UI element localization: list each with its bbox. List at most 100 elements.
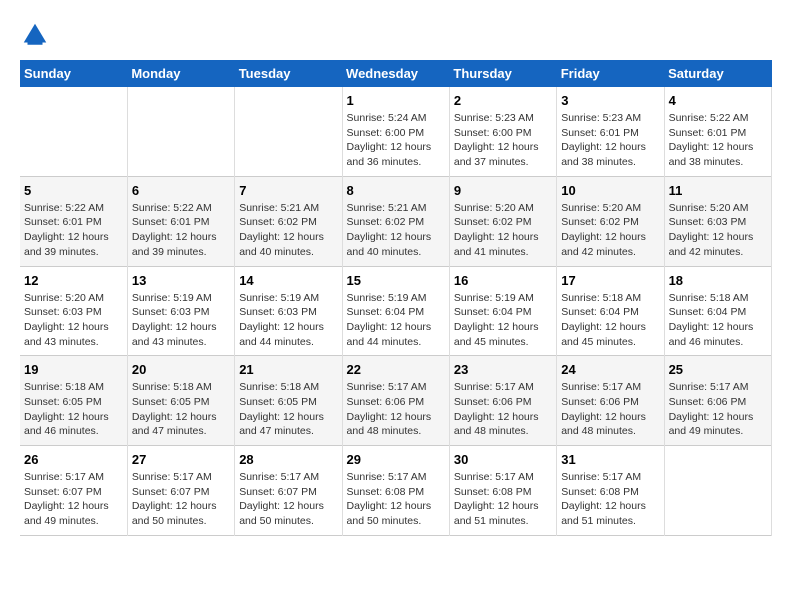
day-info: Sunrise: 5:17 AMSunset: 6:06 PMDaylight:… bbox=[669, 380, 767, 439]
day-number: 16 bbox=[454, 273, 552, 288]
day-info: Sunrise: 5:19 AMSunset: 6:03 PMDaylight:… bbox=[239, 291, 337, 350]
day-info: Sunrise: 5:21 AMSunset: 6:02 PMDaylight:… bbox=[347, 201, 445, 260]
calendar-cell: 31 Sunrise: 5:17 AMSunset: 6:08 PMDayligh… bbox=[557, 446, 664, 536]
day-number: 24 bbox=[561, 362, 659, 377]
week-row-5: 26 Sunrise: 5:17 AMSunset: 6:07 PMDayligh… bbox=[20, 446, 772, 536]
calendar-cell: 26 Sunrise: 5:17 AMSunset: 6:07 PMDayligh… bbox=[20, 446, 127, 536]
calendar-cell bbox=[664, 446, 771, 536]
day-number: 28 bbox=[239, 452, 337, 467]
day-number: 6 bbox=[132, 183, 230, 198]
header-monday: Monday bbox=[127, 60, 234, 87]
header-tuesday: Tuesday bbox=[235, 60, 342, 87]
calendar-cell: 30 Sunrise: 5:17 AMSunset: 6:08 PMDayligh… bbox=[449, 446, 556, 536]
day-info: Sunrise: 5:17 AMSunset: 6:07 PMDaylight:… bbox=[132, 470, 230, 529]
logo-icon bbox=[20, 20, 50, 50]
day-number: 1 bbox=[347, 93, 445, 108]
calendar-cell: 23 Sunrise: 5:17 AMSunset: 6:06 PMDayligh… bbox=[449, 356, 556, 446]
day-number: 10 bbox=[561, 183, 659, 198]
calendar-cell: 8 Sunrise: 5:21 AMSunset: 6:02 PMDaylight… bbox=[342, 176, 449, 266]
calendar-cell: 25 Sunrise: 5:17 AMSunset: 6:06 PMDayligh… bbox=[664, 356, 771, 446]
day-number: 29 bbox=[347, 452, 445, 467]
day-info: Sunrise: 5:18 AMSunset: 6:04 PMDaylight:… bbox=[669, 291, 767, 350]
day-info: Sunrise: 5:22 AMSunset: 6:01 PMDaylight:… bbox=[132, 201, 230, 260]
calendar-cell bbox=[235, 87, 342, 176]
logo bbox=[20, 20, 54, 50]
day-number: 21 bbox=[239, 362, 337, 377]
day-number: 26 bbox=[24, 452, 123, 467]
calendar-cell: 12Sunrise: 5:20 AMSunset: 6:03 PMDayligh… bbox=[20, 266, 127, 356]
day-info: Sunrise: 5:17 AMSunset: 6:08 PMDaylight:… bbox=[561, 470, 659, 529]
day-info: Sunrise: 5:17 AMSunset: 6:06 PMDaylight:… bbox=[454, 380, 552, 439]
day-number: 8 bbox=[347, 183, 445, 198]
day-number: 7 bbox=[239, 183, 337, 198]
day-number: 15 bbox=[347, 273, 445, 288]
calendar-cell: 14 Sunrise: 5:19 AMSunset: 6:03 PMDayligh… bbox=[235, 266, 342, 356]
day-number: 30 bbox=[454, 452, 552, 467]
day-number: 2 bbox=[454, 93, 552, 108]
day-number: 17 bbox=[561, 273, 659, 288]
calendar-cell: 9 Sunrise: 5:20 AMSunset: 6:02 PMDaylight… bbox=[449, 176, 556, 266]
day-info: Sunrise: 5:23 AMSunset: 6:01 PMDaylight:… bbox=[561, 111, 659, 170]
week-row-4: 19 Sunrise: 5:18 AMSunset: 6:05 PMDayligh… bbox=[20, 356, 772, 446]
day-number: 4 bbox=[669, 93, 767, 108]
day-number: 31 bbox=[561, 452, 659, 467]
day-info: Sunrise: 5:24 AMSunset: 6:00 PMDaylight:… bbox=[347, 111, 445, 170]
day-info: Sunrise: 5:17 AMSunset: 6:08 PMDaylight:… bbox=[347, 470, 445, 529]
week-row-3: 12Sunrise: 5:20 AMSunset: 6:03 PMDayligh… bbox=[20, 266, 772, 356]
calendar-cell: 22 Sunrise: 5:17 AMSunset: 6:06 PMDayligh… bbox=[342, 356, 449, 446]
calendar-cell: 6 Sunrise: 5:22 AMSunset: 6:01 PMDaylight… bbox=[127, 176, 234, 266]
day-info: Sunrise: 5:17 AMSunset: 6:06 PMDaylight:… bbox=[561, 380, 659, 439]
day-info: Sunrise: 5:19 AMSunset: 6:04 PMDaylight:… bbox=[454, 291, 552, 350]
day-info: Sunrise: 5:18 AMSunset: 6:05 PMDaylight:… bbox=[24, 380, 123, 439]
calendar-cell: 13Sunrise: 5:19 AMSunset: 6:03 PMDayligh… bbox=[127, 266, 234, 356]
day-number: 25 bbox=[669, 362, 767, 377]
calendar-cell: 16 Sunrise: 5:19 AMSunset: 6:04 PMDayligh… bbox=[449, 266, 556, 356]
calendar-cell: 20Sunrise: 5:18 AMSunset: 6:05 PMDayligh… bbox=[127, 356, 234, 446]
week-row-1: 1 Sunrise: 5:24 AMSunset: 6:00 PMDaylight… bbox=[20, 87, 772, 176]
day-info: Sunrise: 5:17 AMSunset: 6:08 PMDaylight:… bbox=[454, 470, 552, 529]
day-info: Sunrise: 5:20 AMSunset: 6:03 PMDaylight:… bbox=[669, 201, 767, 260]
day-info: Sunrise: 5:22 AMSunset: 6:01 PMDaylight:… bbox=[669, 111, 767, 170]
day-info: Sunrise: 5:22 AMSunset: 6:01 PMDaylight:… bbox=[24, 201, 123, 260]
day-number: 22 bbox=[347, 362, 445, 377]
calendar-cell: 29 Sunrise: 5:17 AMSunset: 6:08 PMDayligh… bbox=[342, 446, 449, 536]
day-number: 27 bbox=[132, 452, 230, 467]
calendar-cell: 19 Sunrise: 5:18 AMSunset: 6:05 PMDayligh… bbox=[20, 356, 127, 446]
week-row-2: 5Sunrise: 5:22 AMSunset: 6:01 PMDaylight… bbox=[20, 176, 772, 266]
day-info: Sunrise: 5:20 AMSunset: 6:03 PMDaylight:… bbox=[24, 291, 123, 350]
calendar-cell: 4 Sunrise: 5:22 AMSunset: 6:01 PMDaylight… bbox=[664, 87, 771, 176]
header-friday: Friday bbox=[557, 60, 664, 87]
calendar-cell: 18 Sunrise: 5:18 AMSunset: 6:04 PMDayligh… bbox=[664, 266, 771, 356]
day-number: 14 bbox=[239, 273, 337, 288]
day-number: 9 bbox=[454, 183, 552, 198]
day-number: 11 bbox=[669, 183, 767, 198]
day-info: Sunrise: 5:23 AMSunset: 6:00 PMDaylight:… bbox=[454, 111, 552, 170]
header-sunday: Sunday bbox=[20, 60, 127, 87]
day-info: Sunrise: 5:17 AMSunset: 6:06 PMDaylight:… bbox=[347, 380, 445, 439]
day-info: Sunrise: 5:19 AMSunset: 6:03 PMDaylight:… bbox=[132, 291, 230, 350]
header-saturday: Saturday bbox=[664, 60, 771, 87]
day-info: Sunrise: 5:17 AMSunset: 6:07 PMDaylight:… bbox=[24, 470, 123, 529]
day-number: 3 bbox=[561, 93, 659, 108]
day-info: Sunrise: 5:21 AMSunset: 6:02 PMDaylight:… bbox=[239, 201, 337, 260]
day-info: Sunrise: 5:20 AMSunset: 6:02 PMDaylight:… bbox=[454, 201, 552, 260]
calendar-cell bbox=[127, 87, 234, 176]
day-info: Sunrise: 5:17 AMSunset: 6:07 PMDaylight:… bbox=[239, 470, 337, 529]
calendar-cell: 15 Sunrise: 5:19 AMSunset: 6:04 PMDayligh… bbox=[342, 266, 449, 356]
calendar-cell: 7 Sunrise: 5:21 AMSunset: 6:02 PMDaylight… bbox=[235, 176, 342, 266]
day-info: Sunrise: 5:18 AMSunset: 6:04 PMDaylight:… bbox=[561, 291, 659, 350]
day-number: 19 bbox=[24, 362, 123, 377]
calendar-cell: 10Sunrise: 5:20 AMSunset: 6:02 PMDayligh… bbox=[557, 176, 664, 266]
header-wednesday: Wednesday bbox=[342, 60, 449, 87]
calendar-cell: 5Sunrise: 5:22 AMSunset: 6:01 PMDaylight… bbox=[20, 176, 127, 266]
calendar-cell: 11 Sunrise: 5:20 AMSunset: 6:03 PMDayligh… bbox=[664, 176, 771, 266]
day-number: 18 bbox=[669, 273, 767, 288]
calendar-cell: 21 Sunrise: 5:18 AMSunset: 6:05 PMDayligh… bbox=[235, 356, 342, 446]
calendar-cell: 27 Sunrise: 5:17 AMSunset: 6:07 PMDayligh… bbox=[127, 446, 234, 536]
day-info: Sunrise: 5:18 AMSunset: 6:05 PMDaylight:… bbox=[132, 380, 230, 439]
calendar-cell: 2 Sunrise: 5:23 AMSunset: 6:00 PMDaylight… bbox=[449, 87, 556, 176]
day-number: 23 bbox=[454, 362, 552, 377]
day-info: Sunrise: 5:18 AMSunset: 6:05 PMDaylight:… bbox=[239, 380, 337, 439]
day-info: Sunrise: 5:19 AMSunset: 6:04 PMDaylight:… bbox=[347, 291, 445, 350]
calendar-cell: 1 Sunrise: 5:24 AMSunset: 6:00 PMDaylight… bbox=[342, 87, 449, 176]
